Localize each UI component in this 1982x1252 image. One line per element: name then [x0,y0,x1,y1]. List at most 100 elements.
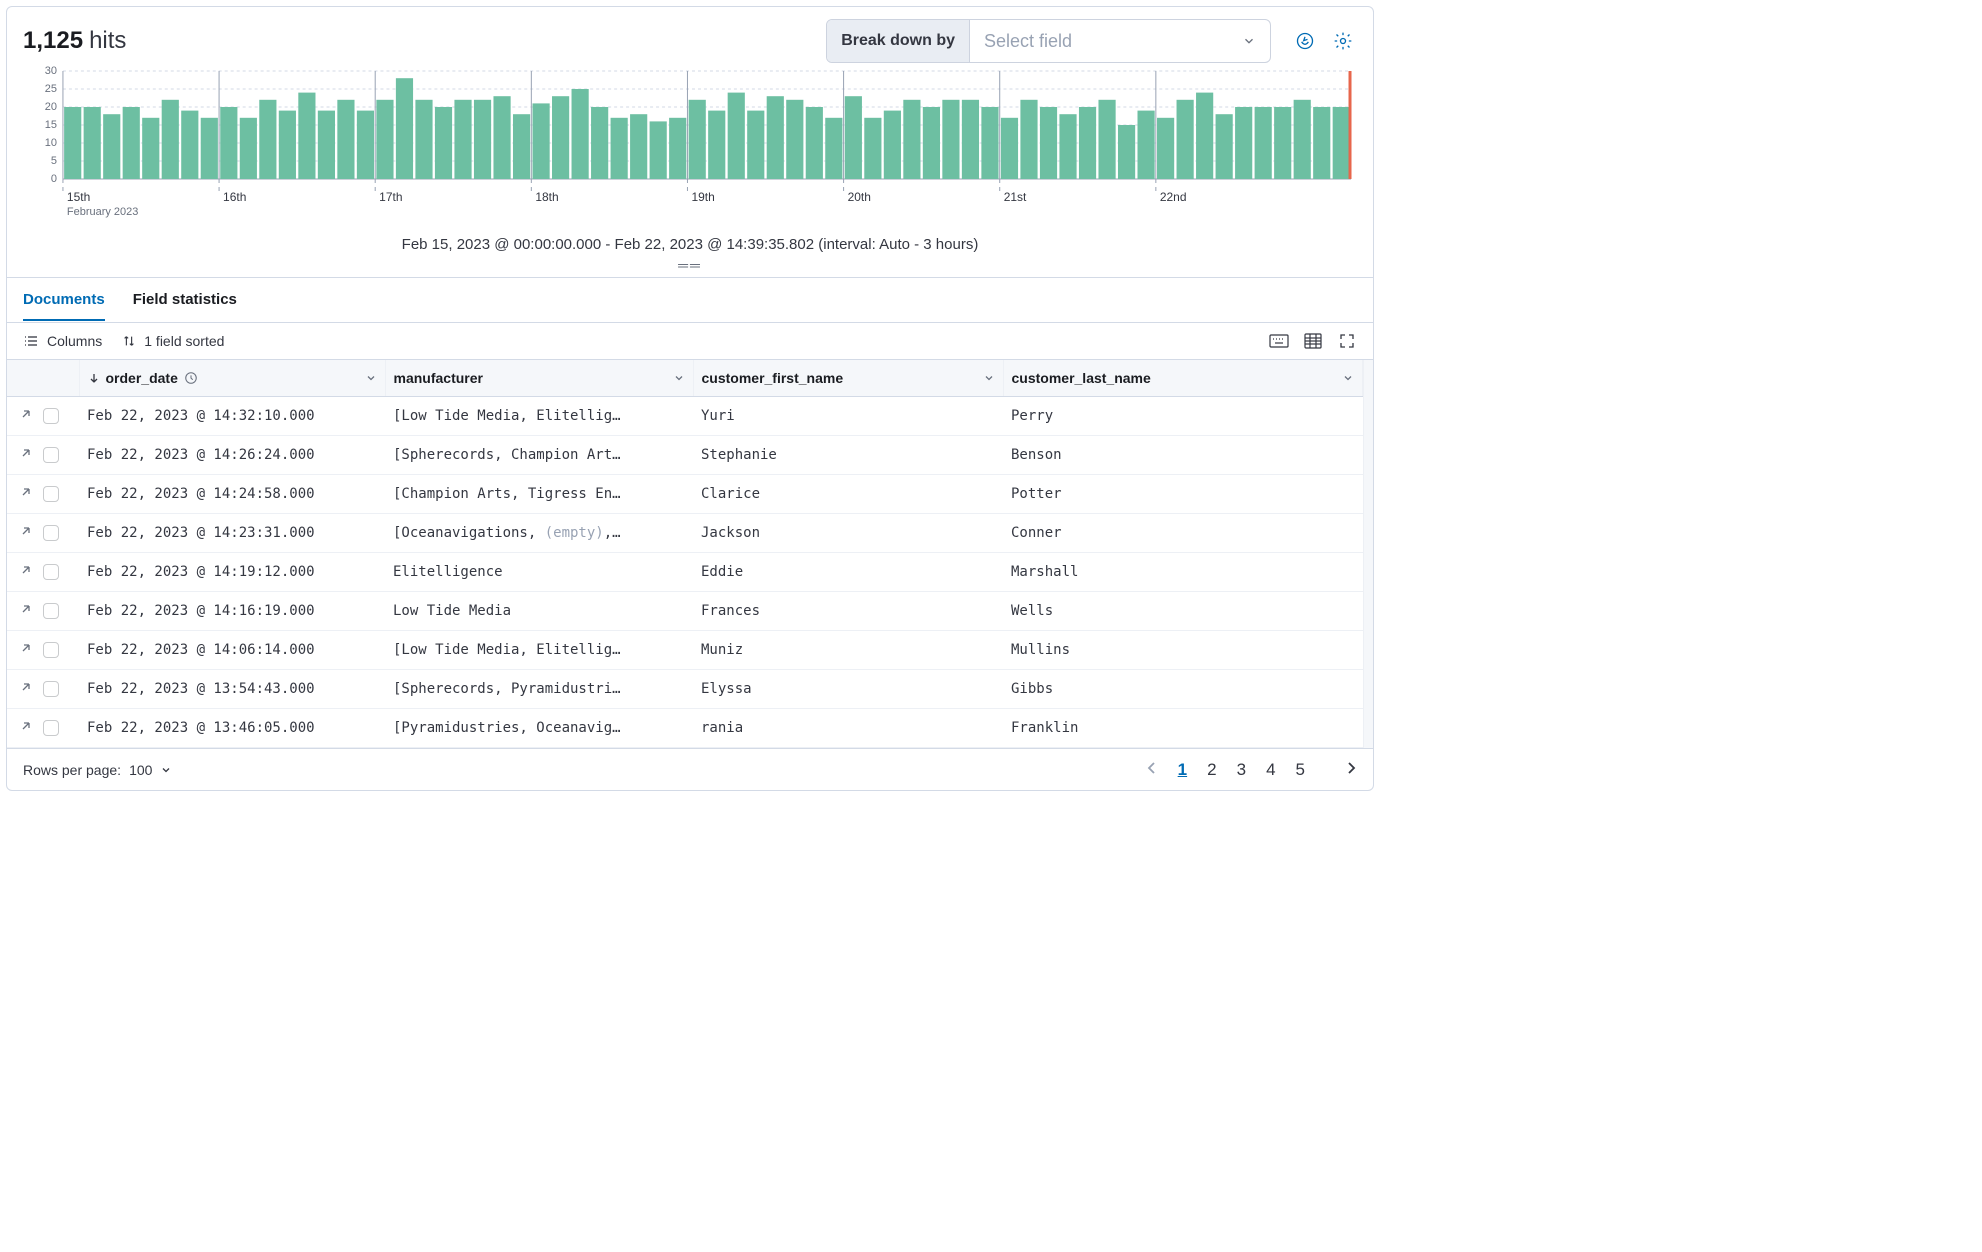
row-checkbox[interactable] [43,447,59,463]
sort-label: 1 field sorted [144,333,224,349]
row-checkbox[interactable] [43,642,59,658]
page-4[interactable]: 4 [1266,760,1275,779]
histogram-chart[interactable]: 051015202530 15th16th17th18th19th20th21s… [7,67,1373,230]
page-1[interactable]: 1 [1178,760,1187,779]
cell-order-date[interactable]: Feb 22, 2023 @ 14:26:24.000 [79,436,385,475]
row-checkbox[interactable] [43,486,59,502]
cell-manufacturer[interactable]: [Low Tide Media, Elitellig… [385,631,693,670]
row-checkbox[interactable] [43,720,59,736]
cell-last-name[interactable]: Wells [1003,592,1363,631]
cell-order-date[interactable]: Feb 22, 2023 @ 14:23:31.000 [79,514,385,553]
page-2[interactable]: 2 [1207,760,1216,779]
cell-manufacturer[interactable]: [Spherecords, Champion Art… [385,436,693,475]
cell-first-name[interactable]: Muniz [693,631,1003,670]
fullscreen-icon[interactable] [1337,331,1357,351]
sort-button[interactable]: 1 field sorted [122,333,224,349]
sort-desc-icon [88,372,100,384]
cell-last-name[interactable]: Perry [1003,397,1363,436]
expand-icon[interactable] [19,407,33,425]
chevron-down-icon [1242,34,1256,48]
hits-count: 1,125 [23,27,83,55]
cell-first-name[interactable]: Jackson [693,514,1003,553]
row-checkbox[interactable] [43,681,59,697]
cell-last-name[interactable]: Benson [1003,436,1363,475]
page-next[interactable] [1345,759,1357,780]
documents-table: order_date manufacturer customer_first_n… [7,360,1363,748]
cell-first-name[interactable]: rania [693,709,1003,748]
page-3[interactable]: 3 [1237,760,1246,779]
cell-order-date[interactable]: Feb 22, 2023 @ 13:54:43.000 [79,670,385,709]
row-checkbox[interactable] [43,603,59,619]
rows-per-page-value: 100 [129,762,152,778]
tabs: Documents Field statistics [7,277,1373,323]
col-header-manufacturer[interactable]: manufacturer [385,360,693,397]
row-checkbox[interactable] [43,408,59,424]
cell-manufacturer[interactable]: [Spherecords, Pyramidustri… [385,670,693,709]
cell-order-date[interactable]: Feb 22, 2023 @ 14:06:14.000 [79,631,385,670]
row-checkbox[interactable] [43,525,59,541]
col-header-order-date[interactable]: order_date [79,360,385,397]
svg-text:5: 5 [51,155,57,167]
hits-label: hits [89,27,126,55]
expand-icon[interactable] [19,563,33,581]
cell-order-date[interactable]: Feb 22, 2023 @ 14:24:58.000 [79,475,385,514]
list-icon [23,333,39,349]
page-prev[interactable] [1146,759,1158,780]
page-5[interactable]: 5 [1296,760,1305,779]
svg-text:15th: 15th [67,190,90,204]
breakdown-select[interactable]: Select field [970,20,1270,62]
tab-documents[interactable]: Documents [23,279,105,321]
table-density-icon[interactable] [1303,331,1323,351]
expand-icon[interactable] [19,641,33,659]
cell-last-name[interactable]: Gibbs [1003,670,1363,709]
cell-manufacturer[interactable]: Low Tide Media [385,592,693,631]
sort-icon [122,334,136,348]
expand-icon[interactable] [19,680,33,698]
svg-text:20th: 20th [848,190,871,204]
resize-handle[interactable]: ══ [7,257,1373,277]
columns-button[interactable]: Columns [23,333,102,349]
cell-last-name[interactable]: Marshall [1003,553,1363,592]
cell-first-name[interactable]: Eddie [693,553,1003,592]
cell-last-name[interactable]: Mullins [1003,631,1363,670]
cell-order-date[interactable]: Feb 22, 2023 @ 14:16:19.000 [79,592,385,631]
rows-per-page-button[interactable]: Rows per page: 100 [23,762,172,778]
table-row: Feb 22, 2023 @ 13:54:43.000[Spherecords,… [7,670,1363,709]
expand-icon[interactable] [19,719,33,737]
cell-first-name[interactable]: Yuri [693,397,1003,436]
chevron-down-icon [160,764,172,776]
cell-first-name[interactable]: Frances [693,592,1003,631]
svg-text:16th: 16th [223,190,246,204]
cell-last-name[interactable]: Conner [1003,514,1363,553]
cell-order-date[interactable]: Feb 22, 2023 @ 14:19:12.000 [79,553,385,592]
svg-text:20: 20 [45,101,57,113]
cell-order-date[interactable]: Feb 22, 2023 @ 14:32:10.000 [79,397,385,436]
cell-manufacturer[interactable]: [Oceanavigations, (empty),… [385,514,693,553]
svg-text:30: 30 [45,65,57,77]
cell-first-name[interactable]: Clarice [693,475,1003,514]
row-checkbox[interactable] [43,564,59,580]
expand-icon[interactable] [19,602,33,620]
cell-manufacturer[interactable]: [Low Tide Media, Elitellig… [385,397,693,436]
expand-icon[interactable] [19,446,33,464]
cell-manufacturer[interactable]: [Pyramidustries, Oceanavig… [385,709,693,748]
cell-first-name[interactable]: Stephanie [693,436,1003,475]
edit-visualization-icon[interactable] [1291,27,1319,55]
tab-field-statistics[interactable]: Field statistics [133,279,237,321]
cell-manufacturer[interactable]: [Champion Arts, Tigress En… [385,475,693,514]
expand-icon[interactable] [19,485,33,503]
col-header-customer-first-name[interactable]: customer_first_name [693,360,1003,397]
col-header-customer-last-name[interactable]: customer_last_name [1003,360,1363,397]
cell-last-name[interactable]: Franklin [1003,709,1363,748]
cell-first-name[interactable]: Elyssa [693,670,1003,709]
svg-text:18th: 18th [535,190,558,204]
cell-last-name[interactable]: Potter [1003,475,1363,514]
expand-icon[interactable] [19,524,33,542]
cell-order-date[interactable]: Feb 22, 2023 @ 13:46:05.000 [79,709,385,748]
breakdown-label: Break down by [827,20,970,62]
scrollbar[interactable] [1363,360,1373,748]
keyboard-icon[interactable] [1269,331,1289,351]
breakdown-placeholder: Select field [984,31,1072,52]
gear-icon[interactable] [1329,27,1357,55]
cell-manufacturer[interactable]: Elitelligence [385,553,693,592]
